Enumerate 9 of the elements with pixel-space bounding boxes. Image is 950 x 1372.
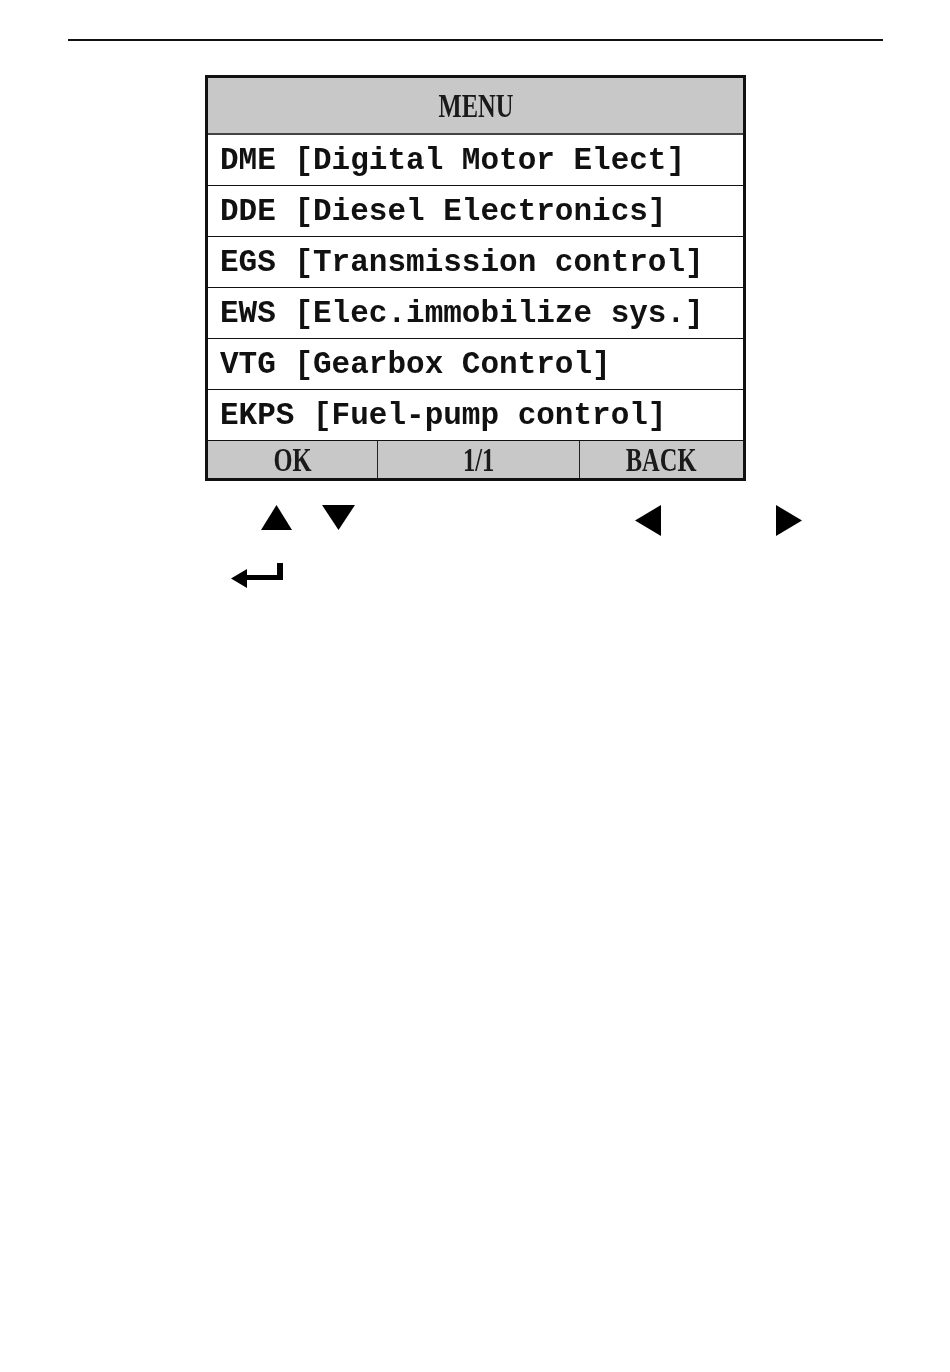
menu-title: MENU	[438, 88, 513, 123]
page-indicator: 1/1	[377, 441, 579, 478]
back-button[interactable]: BACK	[579, 441, 743, 478]
left-triangle-icon	[635, 505, 661, 536]
right-triangle-icon	[776, 505, 802, 536]
return-arrow-icon	[231, 563, 283, 588]
up-triangle-icon	[261, 505, 292, 530]
down-triangle-icon	[322, 505, 355, 530]
ok-button[interactable]: OK	[208, 441, 377, 478]
